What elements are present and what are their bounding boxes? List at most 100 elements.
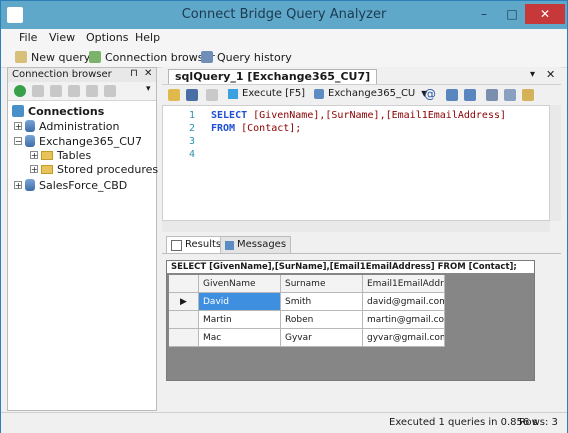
redo-icon[interactable] [464,89,476,101]
refresh-icon[interactable] [68,85,80,97]
at-sign-icon[interactable]: @ [424,87,436,101]
execute-icon [228,88,238,99]
open-file-icon[interactable] [168,89,180,101]
maximize-button[interactable]: □ [499,4,525,24]
tree-item-label: SalesForce_CBD [39,178,128,192]
connection-browser-button[interactable]: Connection browser [89,49,215,65]
copy-icon[interactable] [504,89,516,101]
panel-title: Connection browser [12,69,112,80]
execute-button[interactable]: Execute [F5] [228,88,305,99]
execute-label: Execute [F5] [242,88,306,99]
clear-icon[interactable] [206,89,218,101]
menu-help[interactable]: Help [135,31,160,44]
paste-icon[interactable] [522,89,534,101]
table-cell[interactable]: david@gmail.com [363,293,445,311]
panel-header: Connection browser ⊓ ✕ [8,68,156,82]
menu-bar: File View Options Help [1,29,567,47]
panel-overflow-icon[interactable]: ▾ [146,84,151,94]
tab-messages-label: Messages [237,239,287,250]
tab-sqlquery-1[interactable]: sqlQuery_1 [Exchange365_CU7] [168,69,378,84]
minimize-button[interactable]: – [471,4,497,24]
new-query-icon [15,51,27,63]
table-cell[interactable]: Smith [281,293,363,311]
connection-select[interactable]: Exchange365_CU ▼ [314,88,427,99]
menu-options[interactable]: Options [86,31,128,44]
query-history-button[interactable]: Query history [201,49,292,65]
title-bar[interactable]: Connect Bridge Query Analyzer – □ ✕ [1,1,567,29]
tree-item-stored-procedures[interactable]: + Stored procedures [30,162,158,176]
table-cell[interactable]: Martin [199,311,281,329]
tree-item-exchange365[interactable]: − Exchange365_CU7 [14,134,142,148]
close-window-button[interactable]: ✕ [525,4,565,24]
connection-browser-panel: Connection browser ⊓ ✕ ▾ Connections + A… [7,67,158,411]
sql-editor[interactable]: 1 2 3 4 SELECT [GivenName],[SurName],[Em… [162,105,550,221]
connection-db-icon [314,88,324,99]
add-connection-icon[interactable] [14,85,26,97]
query-toolbar: Execute [F5] Exchange365_CU ▼ @ [162,84,561,105]
tab-close-icon[interactable]: ✕ [546,68,555,81]
expand-icon[interactable]: + [30,165,38,174]
properties-icon[interactable] [86,85,98,97]
row-header[interactable] [169,329,199,347]
panel-close-icon[interactable]: ✕ [144,68,152,79]
main-toolbar: New query Connection browser Query histo… [1,47,567,68]
tab-dropdown-icon[interactable]: ▾ [530,69,535,80]
messages-icon [225,240,234,250]
tab-messages[interactable]: Messages [220,236,292,253]
connections-icon [12,105,24,117]
tree-item-label: Exchange365_CU7 [39,134,142,148]
line-number: 4 [188,149,195,160]
column-header-email[interactable]: Email1EmailAddress [363,275,445,293]
menu-file[interactable]: File [19,31,37,44]
database-icon [25,179,35,191]
grid-corner [169,275,199,293]
query-document: sqlQuery_1 [Exchange365_CU7] ▾ ✕ Execute… [162,67,561,411]
expand-icon[interactable]: + [14,122,22,131]
table-cell[interactable]: Gyvar [281,329,363,347]
panel-toolbar: ▾ [8,82,156,101]
tree-root-connections[interactable]: Connections [12,104,104,118]
line-number: 1 [188,110,195,121]
line-number-gutter: 1 2 3 4 [163,106,201,220]
tree-item-administration[interactable]: + Administration [14,119,120,133]
menu-view[interactable]: View [49,31,75,44]
undo-icon[interactable] [446,89,458,101]
row-header[interactable] [169,311,199,329]
collapse-icon[interactable]: − [14,137,22,146]
export-icon[interactable] [104,85,116,97]
code-line-1: SELECT [GivenName],[SurName],[Email1Emai… [211,110,506,121]
tree-item-label: Stored procedures [57,162,159,176]
sql-identifiers: [Contact]; [235,123,302,134]
delete-connection-icon[interactable] [50,85,62,97]
table-cell[interactable]: Mac [199,329,281,347]
connection-browser-label: Connection browser [105,50,215,64]
editor-horizontal-scrollbar[interactable] [162,221,550,232]
table-cell[interactable]: gyvar@gmail.com [363,329,445,347]
code-line-2: FROM [Contact]; [211,123,301,134]
sql-keyword: SELECT [211,110,248,121]
expand-icon[interactable]: + [30,151,38,160]
editor-vertical-scrollbar[interactable] [550,105,561,221]
column-header-surname[interactable]: Surname [281,275,363,293]
expand-icon[interactable]: + [14,181,22,190]
pin-icon[interactable]: ⊓ [130,68,138,79]
line-number: 3 [188,136,195,147]
app-window: Connect Bridge Query Analyzer – □ ✕ File… [0,0,568,433]
result-tabs: Results Messages [162,233,561,254]
tree-item-tables[interactable]: + Tables [30,148,91,162]
cut-icon[interactable] [486,89,498,101]
connection-select-value: Exchange365_CU [328,88,416,99]
executed-query-banner: SELECT [GivenName],[SurName],[Email1Emai… [167,261,534,273]
table-cell[interactable]: Roben [281,311,363,329]
sql-keyword: FROM [211,123,236,134]
edit-connection-icon[interactable] [32,85,44,97]
save-icon[interactable] [186,89,198,101]
tree-root-label: Connections [28,104,105,118]
table-cell-selected[interactable]: David [199,293,281,311]
column-header-givenname[interactable]: GivenName [199,275,281,293]
new-query-button[interactable]: New query [15,49,90,65]
tab-results[interactable]: Results [166,236,227,253]
row-header[interactable]: ▶ [169,293,199,311]
tree-item-salesforce[interactable]: + SalesForce_CBD [14,178,127,192]
table-cell[interactable]: martin@gmail.com [363,311,445,329]
